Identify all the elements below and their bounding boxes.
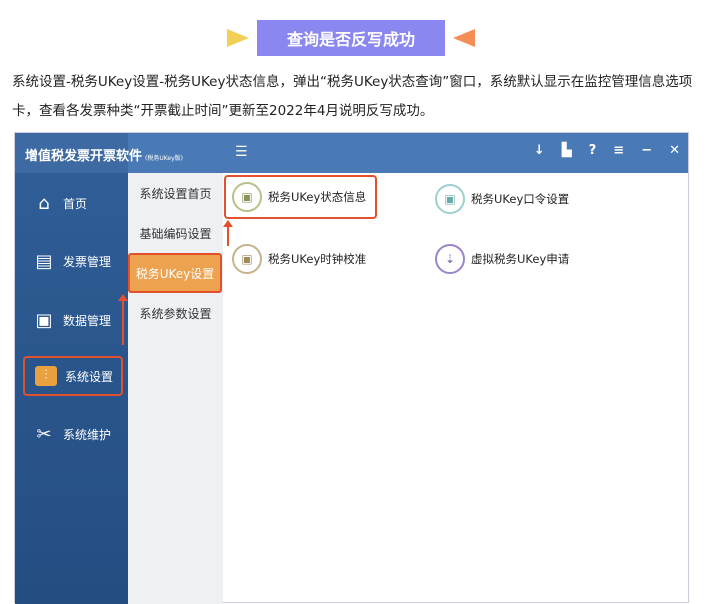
- menu-icon[interactable]: ≡: [613, 143, 624, 158]
- card-label: 税务UKey口令设置: [471, 192, 570, 206]
- ukey-status-card[interactable]: ▣ 税务UKey状态信息: [224, 175, 377, 219]
- card-label: 税务UKey时钟校准: [268, 252, 367, 266]
- right-arrow-decoration: [453, 29, 475, 47]
- download-icon[interactable]: ↓: [534, 143, 545, 158]
- app-window: 增值税发票开票软件 (税务UKey版) ☰ ↓ ▙ ? ≡ − ✕ ⌂ 首页 ▤ 发票…: [14, 132, 689, 604]
- app-title: 增值税发票开票软件 (税务UKey版): [15, 133, 183, 173]
- ukey-clock-card[interactable]: ▣ 税务UKey时钟校准: [226, 237, 366, 281]
- title-bar: 增值税发票开票软件 (税务UKey版) ☰ ↓ ▙ ? ≡ − ✕: [15, 133, 688, 173]
- printer-icon: ▤: [35, 250, 53, 272]
- description-text: 系统设置-税务UKey设置-税务UKey状态信息，弹出“税务UKey状态查询”窗…: [12, 74, 693, 119]
- ukey-password-card[interactable]: ▣ 税务UKey口令设置: [429, 177, 569, 221]
- sidebar-item-label: 系统维护: [63, 427, 112, 442]
- minimize-icon[interactable]: −: [641, 143, 652, 158]
- sidebar-item-maintenance[interactable]: ✂ 系统维护: [23, 414, 123, 454]
- submenu-item-ukey-settings[interactable]: 税务UKey设置: [128, 253, 222, 293]
- sidebar-item-data[interactable]: ▣ 数据管理: [23, 300, 123, 340]
- home-icon: ⌂: [38, 192, 50, 214]
- submenu-item-settings-home[interactable]: 系统设置首页: [128, 173, 223, 213]
- sidebar-item-invoice[interactable]: ▤ 发票管理: [23, 241, 123, 281]
- annotation-arrow: [118, 294, 128, 345]
- submenu-item-params[interactable]: 系统参数设置: [128, 293, 223, 333]
- app-edition: (税务UKey版): [145, 155, 183, 162]
- submenu: 系统设置首页 基础编码设置 税务UKey设置 系统参数设置: [128, 173, 223, 604]
- tools-icon: ✂: [36, 423, 52, 445]
- app-title-text: 增值税发票开票软件: [25, 149, 143, 164]
- sidebar-item-label: 首页: [63, 196, 88, 211]
- sidebar-item-home[interactable]: ⌂ 首页: [23, 183, 123, 223]
- help-icon[interactable]: ?: [589, 143, 597, 158]
- menu-toggle-icon[interactable]: ☰: [235, 144, 248, 160]
- section-banner: 查询是否反写成功: [257, 20, 445, 56]
- submenu-item-basic-codes[interactable]: 基础编码设置: [128, 213, 223, 253]
- settings-icon: ⫶: [35, 366, 57, 386]
- usb-icon: ⇣: [435, 244, 465, 274]
- card-label: 虚拟税务UKey申请: [471, 252, 570, 266]
- annotation-arrow: [223, 220, 233, 246]
- ukey-icon: ▣: [435, 184, 465, 214]
- close-icon[interactable]: ✕: [669, 143, 680, 158]
- card-label: 税务UKey状态信息: [268, 190, 367, 204]
- sidebar-item-label: 发票管理: [63, 254, 112, 269]
- virtual-ukey-card[interactable]: ⇣ 虚拟税务UKey申请: [429, 237, 569, 281]
- sidebar-item-settings[interactable]: ⫶ 系统设置: [23, 356, 123, 396]
- data-icon: ▣: [35, 309, 53, 331]
- sidebar: ⌂ 首页 ▤ 发票管理 ▣ 数据管理 ⫶ 系统设置 ✂ 系统维护: [15, 173, 128, 604]
- sidebar-item-label: 系统设置: [65, 369, 114, 384]
- left-arrow-decoration: [227, 29, 249, 47]
- ukey-icon: ▣: [232, 182, 262, 212]
- window-icon[interactable]: ▙: [562, 143, 572, 158]
- sidebar-item-label: 数据管理: [63, 313, 112, 328]
- ukey-icon: ▣: [232, 244, 262, 274]
